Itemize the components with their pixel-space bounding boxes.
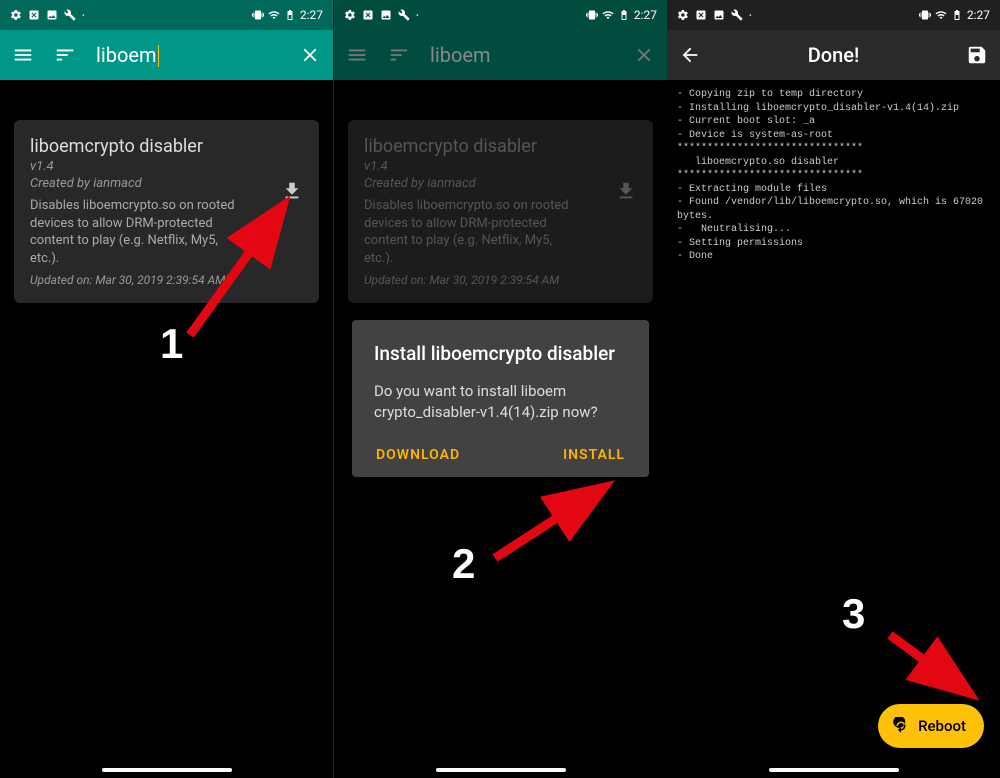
status-time: 2:27 (300, 8, 323, 22)
step-1-label: 1 (160, 320, 183, 368)
menu-icon (346, 44, 368, 66)
status-bar: • 2:27 (334, 0, 667, 30)
wifi-icon (935, 9, 947, 21)
battery-icon (284, 9, 296, 21)
sort-icon (388, 44, 410, 66)
module-title: liboemcrypto disabler (30, 136, 303, 157)
close-icon[interactable] (299, 44, 321, 66)
status-time: 2:27 (634, 8, 657, 22)
battery-icon (951, 9, 963, 21)
close-box-icon (695, 9, 707, 21)
install-dialog: Install liboemcrypto disabler Do you wan… (352, 320, 649, 477)
wifi-icon (268, 9, 280, 21)
wrench-icon (398, 9, 410, 21)
gear-icon (10, 9, 22, 21)
reboot-icon (892, 717, 910, 735)
module-author: Created by ianmacd (30, 176, 303, 191)
close-icon (633, 44, 655, 66)
nav-pill[interactable] (436, 768, 566, 772)
nav-pill[interactable] (102, 768, 232, 772)
module-card[interactable]: liboemcrypto disabler v1.4 Created by ia… (14, 120, 319, 303)
status-bar: • 2:27 (0, 0, 333, 30)
page-title: Done! (721, 43, 946, 67)
wifi-icon (602, 9, 614, 21)
done-bar: Done! (667, 30, 1000, 80)
image-icon (713, 9, 725, 21)
vibrate-icon (919, 9, 931, 21)
battery-icon (618, 9, 630, 21)
download-button[interactable]: DOWNLOAD (376, 447, 460, 463)
menu-icon[interactable] (12, 44, 34, 66)
close-box-icon (362, 9, 374, 21)
status-time: 2:27 (967, 8, 990, 22)
install-button[interactable]: INSTALL (563, 447, 625, 463)
wrench-icon (64, 9, 76, 21)
module-card-dim: liboemcrypto disabler v1.4 Created by ia… (348, 120, 653, 303)
close-box-icon (28, 9, 40, 21)
wrench-icon (731, 9, 743, 21)
search-input[interactable]: liboem (96, 43, 279, 68)
search-bar-dim: liboem (334, 30, 667, 80)
back-icon[interactable] (679, 44, 701, 66)
image-icon (46, 9, 58, 21)
gear-icon (677, 9, 689, 21)
module-updated: Updated on: Mar 30, 2019 2:39:54 AM (30, 273, 303, 287)
sort-icon[interactable] (54, 44, 76, 66)
vibrate-icon (252, 9, 264, 21)
download-icon (615, 180, 637, 202)
module-version: v1.4 (30, 159, 303, 174)
dialog-message: Do you want to install liboem crypto_dis… (374, 381, 627, 423)
vibrate-icon (586, 9, 598, 21)
search-bar: liboem (0, 30, 333, 80)
dialog-title: Install liboemcrypto disabler (374, 342, 627, 365)
save-icon[interactable] (966, 44, 988, 66)
step-2-label: 2 (452, 540, 475, 588)
gear-icon (344, 9, 356, 21)
status-bar: • 2:27 (667, 0, 1000, 30)
module-desc: Disables liboemcrypto.so on rooted devic… (30, 197, 250, 267)
search-input: liboem (430, 43, 613, 67)
step-3-label: 3 (842, 590, 865, 638)
reboot-button[interactable]: Reboot (878, 704, 984, 748)
install-log: - Copying zip to temp directory - Instal… (667, 80, 1000, 272)
image-icon (380, 9, 392, 21)
download-icon[interactable] (281, 180, 303, 202)
nav-pill[interactable] (769, 768, 899, 772)
